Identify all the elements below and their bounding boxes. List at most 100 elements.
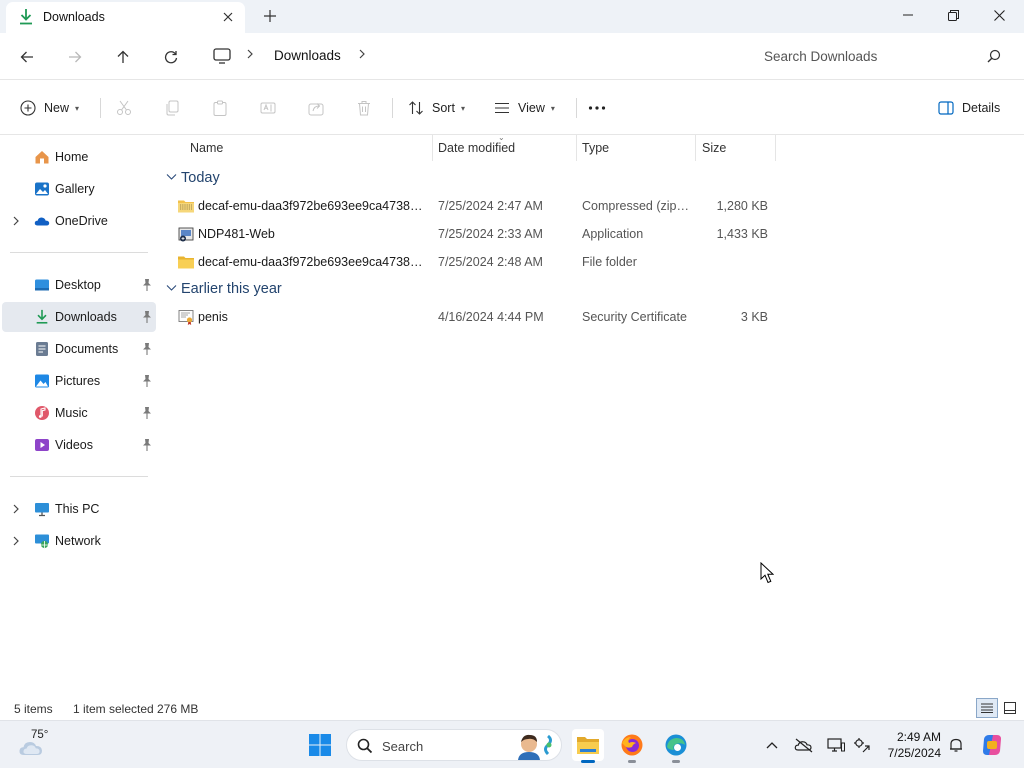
restore-button[interactable]: [930, 0, 976, 30]
downloads-icon: [36, 309, 48, 324]
chevron-down-icon[interactable]: [166, 173, 178, 184]
taskbar-file-explorer[interactable]: [572, 729, 604, 763]
file-name: decaf-emu-daa3f972be693ee9ca4738c20...: [198, 255, 424, 269]
pin-icon[interactable]: [141, 438, 153, 452]
onedrive-icon: [34, 217, 50, 226]
tray-display[interactable]: [826, 735, 846, 755]
rename-button[interactable]: [260, 96, 276, 120]
show-hidden-icons-button[interactable]: [762, 735, 782, 755]
sidebar-item-videos[interactable]: Videos: [2, 430, 156, 460]
clock-time[interactable]: 2:49 AM: [885, 730, 941, 744]
sidebar-divider: [10, 252, 148, 253]
file-row[interactable]: decaf-emu-daa3f972be693ee9ca4738c20... 7…: [168, 192, 780, 220]
chevron-right-icon[interactable]: [12, 503, 22, 515]
new-button[interactable]: New ▾: [20, 96, 79, 120]
edge-icon: [665, 734, 687, 756]
up-button[interactable]: [109, 43, 137, 71]
sort-button[interactable]: Sort ▾: [408, 96, 465, 120]
view-label: View: [518, 101, 545, 115]
taskbar-edge[interactable]: [660, 729, 692, 763]
details-pane-icon: [938, 101, 954, 115]
chevron-down-icon[interactable]: [166, 284, 178, 295]
chevron-right-icon[interactable]: [12, 215, 22, 227]
sidebar-item-music[interactable]: Music: [2, 398, 156, 428]
copy-button[interactable]: [164, 96, 180, 120]
file-type: Application: [582, 227, 644, 241]
this-pc-icon[interactable]: [213, 47, 231, 65]
chevron-right-icon[interactable]: [246, 48, 254, 63]
back-button[interactable]: [13, 43, 41, 71]
gallery-icon: [35, 182, 49, 196]
arrow-right-icon: [69, 51, 82, 63]
group-header-today[interactable]: Today: [166, 167, 220, 189]
network-settings-icon: [854, 738, 870, 753]
plus-icon: [264, 10, 276, 22]
search-input[interactable]: Search Downloads: [748, 40, 1012, 72]
new-tab-button[interactable]: [258, 5, 282, 27]
delete-button[interactable]: [356, 96, 372, 120]
taskbar-search-box[interactable]: Search: [346, 729, 562, 761]
cut-button[interactable]: [116, 96, 132, 120]
sidebar-item-label: Downloads: [55, 310, 117, 324]
column-header-label: Date modified: [438, 141, 516, 155]
title-bar: Downloads: [0, 0, 1024, 33]
search-icon: [357, 738, 373, 754]
tab-title: Downloads: [43, 10, 105, 24]
column-header-name[interactable]: Name: [178, 135, 432, 161]
network-icon: [35, 534, 49, 549]
sidebar-item-downloads[interactable]: Downloads: [2, 302, 156, 332]
sidebar-item-gallery[interactable]: Gallery: [2, 174, 156, 204]
refresh-icon: [164, 51, 178, 64]
taskbar-firefox[interactable]: [616, 729, 648, 763]
breadcrumb-downloads[interactable]: Downloads: [274, 48, 341, 63]
paste-button[interactable]: [212, 96, 228, 120]
new-label: New: [44, 101, 70, 115]
sidebar-item-pictures[interactable]: Pictures: [2, 366, 156, 396]
weather-temperature: 75°: [31, 729, 49, 741]
more-options-button[interactable]: [588, 96, 606, 120]
group-header-earlier-this-year[interactable]: Earlier this year: [166, 278, 282, 300]
details-view-button[interactable]: [976, 698, 998, 718]
tray-onedrive[interactable]: [794, 735, 814, 755]
column-header-size[interactable]: Size: [696, 135, 776, 161]
file-row[interactable]: decaf-emu-daa3f972be693ee9ca4738c20... 7…: [168, 248, 780, 276]
refresh-button[interactable]: [157, 43, 185, 71]
details-pane-button[interactable]: Details: [938, 96, 1000, 120]
file-row[interactable]: penis 4/16/2024 4:44 PM Security Certifi…: [168, 303, 780, 331]
file-size: 1,280 KB: [716, 199, 768, 213]
documents-icon: [36, 342, 48, 356]
pin-icon[interactable]: [141, 278, 153, 292]
pin-icon[interactable]: [141, 374, 153, 388]
clock-date[interactable]: 7/25/2024: [870, 746, 941, 760]
view-button[interactable]: View ▾: [494, 96, 555, 120]
tab-downloads[interactable]: Downloads: [6, 2, 245, 33]
file-date-modified: 7/25/2024 2:33 AM: [438, 227, 543, 241]
forward-button[interactable]: [61, 43, 89, 71]
file-row[interactable]: NDP481-Web 7/25/2024 2:33 AM Application…: [168, 220, 780, 248]
sidebar-item-onedrive[interactable]: OneDrive: [2, 206, 156, 236]
tiles-view-button[interactable]: [1000, 698, 1020, 718]
sidebar-item-home[interactable]: Home: [2, 142, 156, 172]
share-button[interactable]: [308, 96, 324, 120]
chevron-right-icon[interactable]: [12, 535, 22, 547]
tray-network[interactable]: [852, 735, 872, 755]
copilot-icon[interactable]: [980, 733, 1004, 757]
file-size: 3 KB: [740, 310, 768, 324]
close-tab-button[interactable]: [218, 7, 238, 27]
notifications-button[interactable]: [946, 735, 966, 755]
sidebar-item-desktop[interactable]: Desktop: [2, 270, 156, 300]
column-divider[interactable]: [775, 135, 776, 161]
close-window-button[interactable]: [976, 0, 1022, 30]
sidebar-item-documents[interactable]: Documents: [2, 334, 156, 364]
minimize-button[interactable]: [885, 0, 931, 30]
windows-start-icon[interactable]: [308, 733, 332, 757]
pin-icon[interactable]: [141, 406, 153, 420]
pin-icon[interactable]: [141, 342, 153, 356]
sidebar-item-network[interactable]: Network: [2, 526, 156, 556]
column-header-type[interactable]: Type: [577, 135, 695, 161]
chevron-down-icon: ▾: [460, 103, 465, 113]
pin-icon[interactable]: [141, 310, 153, 324]
sidebar-item-this-pc[interactable]: This PC: [2, 494, 156, 524]
chevron-right-icon[interactable]: [358, 48, 366, 63]
weather-widget[interactable]: 75°: [18, 729, 58, 761]
